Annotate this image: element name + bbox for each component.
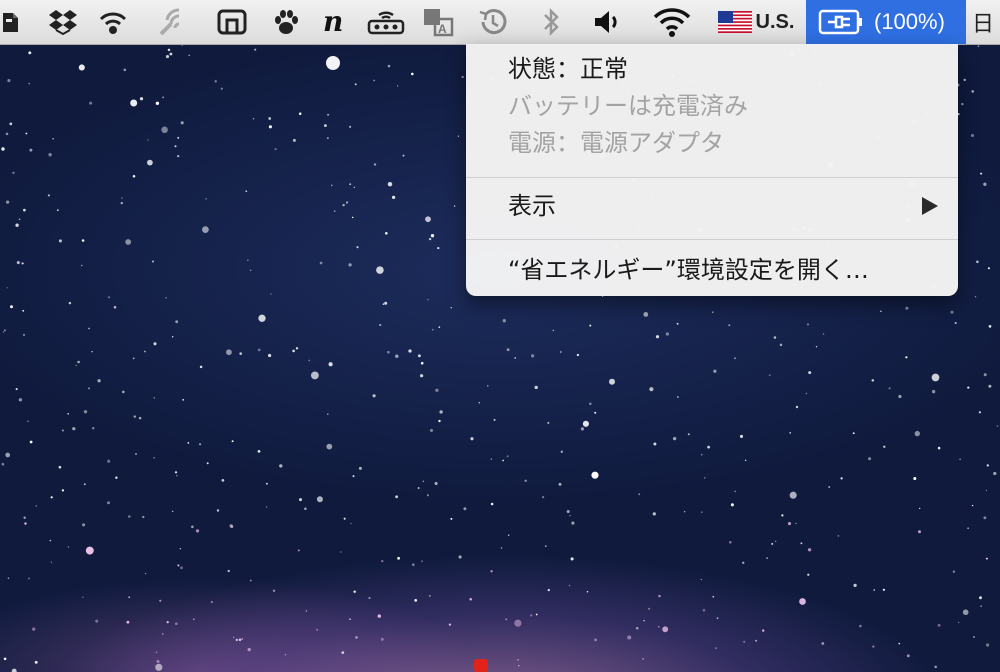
paw-icon[interactable] bbox=[268, 0, 304, 44]
svg-text:n: n bbox=[323, 8, 343, 36]
window-icon[interactable] bbox=[214, 0, 250, 44]
red-indicator bbox=[474, 659, 488, 672]
menu-bar: n A U.S. (100%) 日 bbox=[0, 0, 1000, 45]
evernote-icon[interactable] bbox=[0, 0, 22, 44]
day-menu[interactable]: 日 bbox=[966, 0, 1000, 44]
power-source: 電源：電源アダプタ bbox=[508, 129, 724, 157]
svg-text:A: A bbox=[438, 22, 447, 36]
menu-separator bbox=[466, 239, 958, 240]
battery-menu-button[interactable]: (100%) bbox=[806, 0, 966, 44]
menu-separator bbox=[466, 177, 958, 178]
power-adapter-icon bbox=[818, 9, 862, 35]
day-label: 日 bbox=[971, 12, 994, 37]
show-submenu-item[interactable]: 表示 bbox=[508, 191, 918, 221]
show-submenu-label: 表示 bbox=[508, 192, 556, 220]
open-energy-saver-prefs-item[interactable]: “省エネルギー”環境設定を開く… bbox=[508, 255, 869, 285]
us-flag-icon bbox=[717, 11, 752, 33]
volume-icon[interactable] bbox=[590, 0, 626, 44]
n-app-icon[interactable]: n bbox=[318, 0, 352, 44]
bluetooth-icon[interactable] bbox=[536, 0, 566, 44]
dropbox-icon[interactable] bbox=[44, 0, 82, 44]
time-machine-icon[interactable] bbox=[474, 0, 512, 44]
battery-dropdown-menu: 状態：正常 バッテリーは充電済み 電源：電源アダプタ 表示 “省エネルギー”環境… bbox=[466, 44, 958, 296]
input-source-menu[interactable]: U.S. bbox=[714, 0, 798, 44]
submenu-arrow-icon bbox=[922, 197, 938, 215]
satellite-icon[interactable] bbox=[154, 0, 194, 44]
wifi-sync-icon[interactable] bbox=[94, 0, 132, 44]
battery-charge-state: バッテリーは充電済み bbox=[508, 92, 748, 120]
wifi-icon[interactable] bbox=[650, 0, 694, 44]
translate-icon[interactable]: A bbox=[420, 0, 456, 44]
battery-percentage: (100%) bbox=[874, 9, 945, 34]
battery-status: 状態：正常 bbox=[508, 55, 628, 83]
network-icon[interactable] bbox=[366, 0, 406, 44]
input-source-label: U.S. bbox=[755, 10, 795, 33]
